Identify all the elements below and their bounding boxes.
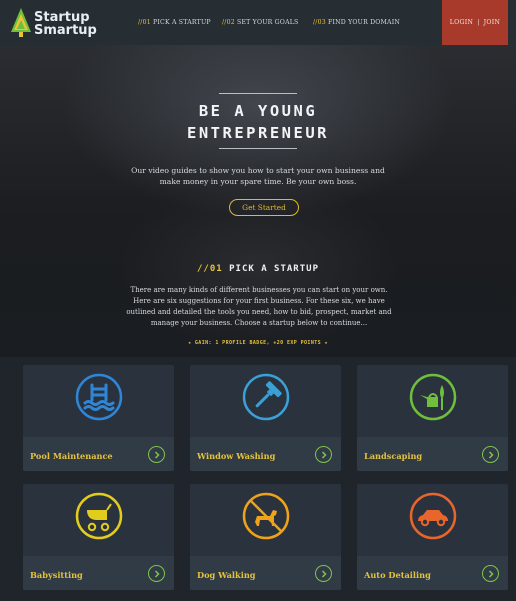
card-footer: Pool Maintenance bbox=[23, 437, 174, 471]
logo-tree-icon bbox=[11, 8, 31, 37]
dog-icon bbox=[242, 492, 289, 540]
chevron-right-icon[interactable] bbox=[148, 565, 165, 582]
chevron-right-icon[interactable] bbox=[482, 565, 499, 582]
login-link[interactable]: LOGIN bbox=[450, 19, 473, 26]
get-started-button[interactable]: Get Started bbox=[229, 199, 299, 216]
logo[interactable]: Startup Smartup bbox=[10, 8, 120, 38]
login-join-panel: LOGIN | JOIN bbox=[442, 0, 508, 45]
card-footer: Auto Detailing bbox=[357, 556, 508, 590]
squeegee-icon bbox=[242, 373, 289, 421]
gain-reward-text: ★ GAIN: 1 PROFILE BADGE, +20 EXP POINTS … bbox=[188, 340, 328, 346]
hero-title-line-2: ENTREPRENEUR bbox=[187, 124, 329, 142]
hero-title-line-1: BE A YOUNG bbox=[198, 102, 318, 120]
logo-line-2: Smartup bbox=[34, 23, 97, 38]
title-divider-top bbox=[219, 93, 297, 94]
hero-section: BE A YOUNG ENTREPRENEUR Our video guides… bbox=[0, 45, 516, 357]
card-label: Babysitting bbox=[30, 570, 83, 580]
chevron-right-icon[interactable] bbox=[315, 565, 332, 582]
section-number: //01 bbox=[197, 264, 223, 274]
nav-pick-a-startup[interactable]: //01 PICK A STARTUP bbox=[138, 0, 211, 45]
nav-number: //02 bbox=[222, 19, 235, 26]
startup-card-window-washing[interactable]: Window Washing bbox=[190, 365, 341, 471]
card-label: Dog Walking bbox=[197, 570, 256, 580]
startup-card-landscaping[interactable]: Landscaping bbox=[357, 365, 508, 471]
section-text-line-2: Here are six suggestions for your first … bbox=[133, 297, 385, 305]
chevron-right-icon[interactable] bbox=[148, 446, 165, 463]
startup-card-pool-maintenance[interactable]: Pool Maintenance bbox=[23, 365, 174, 471]
nav-find-your-domain[interactable]: //03 FIND YOUR DOMAIN bbox=[313, 0, 400, 45]
section-text-line-4: manage your business. Choose a startup b… bbox=[150, 319, 368, 327]
watering-can-icon bbox=[409, 373, 456, 421]
startup-card-auto-detailing[interactable]: Auto Detailing bbox=[357, 484, 508, 590]
nav-label: FIND YOUR DOMAIN bbox=[328, 19, 400, 26]
nav-label: SET YOUR GOALS bbox=[237, 19, 299, 26]
nav-number: //01 bbox=[138, 19, 151, 26]
top-navigation-bar: Startup Smartup //01 PICK A STARTUP //02… bbox=[0, 0, 516, 45]
startup-card-dog-walking[interactable]: Dog Walking bbox=[190, 484, 341, 590]
card-footer: Babysitting bbox=[23, 556, 174, 590]
nav-number: //03 bbox=[313, 19, 326, 26]
section-title-text: PICK A STARTUP bbox=[229, 264, 319, 274]
card-footer: Landscaping bbox=[357, 437, 508, 471]
hero-text-line-1: Our video guides to show you how to star… bbox=[131, 166, 385, 175]
hero-text-line-2: make money in your spare time. Be your o… bbox=[159, 177, 357, 186]
stroller-icon bbox=[75, 492, 122, 540]
login-separator: | bbox=[477, 19, 480, 26]
car-icon bbox=[409, 492, 456, 540]
section-text-line-1: There are many kinds of different busine… bbox=[130, 286, 388, 294]
chevron-right-icon[interactable] bbox=[315, 446, 332, 463]
chevron-right-icon[interactable] bbox=[482, 446, 499, 463]
join-link[interactable]: JOIN bbox=[484, 19, 501, 26]
logo-text: Startup Smartup bbox=[34, 11, 97, 37]
pool-ladder-icon bbox=[75, 373, 122, 421]
card-label: Auto Detailing bbox=[364, 570, 431, 580]
card-label: Landscaping bbox=[364, 451, 423, 461]
nav-label: PICK A STARTUP bbox=[153, 19, 211, 26]
card-footer: Dog Walking bbox=[190, 556, 341, 590]
nav-set-your-goals[interactable]: //02 SET YOUR GOALS bbox=[222, 0, 299, 45]
section-text-line-3: outlined and detailed the tools you need… bbox=[126, 308, 392, 316]
card-label: Window Washing bbox=[197, 451, 276, 461]
section-title: //01 PICK A STARTUP bbox=[0, 264, 516, 274]
card-footer: Window Washing bbox=[190, 437, 341, 471]
startup-card-babysitting[interactable]: Babysitting bbox=[23, 484, 174, 590]
title-divider-bottom bbox=[219, 148, 297, 149]
card-label: Pool Maintenance bbox=[30, 451, 113, 461]
